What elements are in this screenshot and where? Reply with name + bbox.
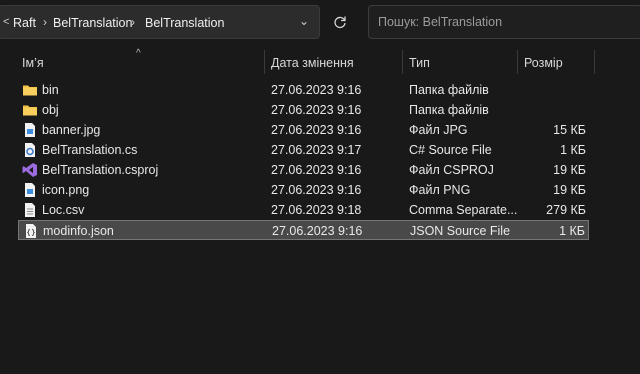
column-header-type[interactable]: Тип — [409, 56, 430, 70]
breadcrumb-chevron-icon[interactable]: › — [43, 15, 47, 29]
list-item[interactable]: BelTranslation.cs 27.06.2023 9:17 C# Sou… — [18, 140, 589, 160]
file-name: modinfo.json — [43, 224, 114, 238]
file-type: JSON Source File — [410, 224, 511, 238]
file-name: banner.jpg — [42, 123, 101, 137]
breadcrumb-chevron-icon[interactable]: › — [131, 15, 135, 29]
file-modified: 27.06.2023 9:16 — [271, 123, 362, 137]
search-box[interactable] — [368, 5, 640, 39]
file-size: 1 КБ — [560, 143, 586, 157]
visual-studio-icon — [22, 163, 37, 177]
file-type: C# Source File — [409, 143, 492, 157]
file-type: Файл PNG — [409, 183, 471, 197]
search-input[interactable] — [376, 14, 630, 30]
refresh-icon — [334, 16, 346, 29]
folder-icon — [23, 105, 37, 116]
breadcrumb-item-beltranslation-1[interactable]: BelTranslation — [53, 16, 132, 30]
sort-ascending-icon: ^ — [136, 48, 141, 59]
breadcrumb-item-beltranslation-2[interactable]: BelTranslation — [145, 16, 224, 30]
column-header-modified[interactable]: Дата змінення — [271, 56, 354, 70]
list-item[interactable]: obj 27.06.2023 9:16 Папка файлів — [18, 100, 589, 120]
file-size: 19 КБ — [553, 183, 586, 197]
file-modified: 27.06.2023 9:16 — [272, 224, 363, 238]
file-size: 279 КБ — [546, 203, 586, 217]
list-item[interactable]: bin 27.06.2023 9:16 Папка файлів — [18, 80, 589, 100]
breadcrumb[interactable]: < Raft › BelTranslation › BelTranslation… — [0, 5, 320, 39]
list-item[interactable]: BelTranslation.csproj 27.06.2023 9:16 Фа… — [18, 160, 589, 180]
file-size: 1 КБ — [559, 224, 585, 238]
file-name: Loc.csv — [42, 203, 85, 217]
breadcrumb-overflow-icon[interactable]: < — [3, 16, 9, 28]
file-size: 19 КБ — [553, 163, 586, 177]
folder-icon — [23, 85, 37, 96]
file-name: bin — [42, 83, 59, 97]
list-item[interactable]: Loc.csv 27.06.2023 9:18 Comma Separate..… — [18, 200, 589, 220]
column-header-name[interactable]: Ім’я — [22, 56, 44, 70]
file-type: Файл CSPROJ — [409, 163, 494, 177]
file-name: obj — [42, 103, 59, 117]
breadcrumb-item-raft[interactable]: Raft — [13, 16, 36, 30]
image-file-icon — [25, 183, 35, 197]
column-header-size[interactable]: Розмір — [524, 56, 563, 70]
file-name: BelTranslation.csproj — [42, 163, 159, 177]
column-divider[interactable] — [594, 50, 595, 74]
csharp-file-icon — [25, 143, 35, 157]
image-file-icon — [25, 123, 35, 137]
file-type: Папка файлів — [409, 103, 489, 117]
file-modified: 27.06.2023 9:16 — [271, 103, 362, 117]
column-divider[interactable] — [517, 50, 518, 74]
file-type: Comma Separate... — [409, 203, 518, 217]
list-item[interactable]: icon.png 27.06.2023 9:16 Файл PNG 19 КБ — [18, 180, 589, 200]
chevron-down-icon[interactable]: ⌄ — [299, 14, 309, 28]
column-header-row: ^ Ім’я Дата змінення Тип Розмір — [0, 48, 640, 76]
refresh-button[interactable] — [323, 7, 357, 37]
json-file-icon — [26, 224, 36, 238]
file-modified: 27.06.2023 9:17 — [271, 143, 362, 157]
file-size: 15 КБ — [553, 123, 586, 137]
file-type: Папка файлів — [409, 83, 489, 97]
file-name: BelTranslation.cs — [42, 143, 138, 157]
file-modified: 27.06.2023 9:18 — [271, 203, 362, 217]
file-modified: 27.06.2023 9:16 — [271, 83, 362, 97]
file-modified: 27.06.2023 9:16 — [271, 183, 362, 197]
file-modified: 27.06.2023 9:16 — [271, 163, 362, 177]
column-divider[interactable] — [402, 50, 403, 74]
file-type: Файл JPG — [409, 123, 468, 137]
file-name: icon.png — [42, 183, 90, 197]
list-item[interactable]: banner.jpg 27.06.2023 9:16 Файл JPG 15 К… — [18, 120, 589, 140]
address-bar-area: < Raft › BelTranslation › BelTranslation… — [0, 0, 640, 46]
list-item-selected[interactable]: modinfo.json 27.06.2023 9:16 JSON Source… — [18, 220, 589, 240]
document-icon — [25, 203, 35, 217]
column-divider[interactable] — [264, 50, 265, 74]
